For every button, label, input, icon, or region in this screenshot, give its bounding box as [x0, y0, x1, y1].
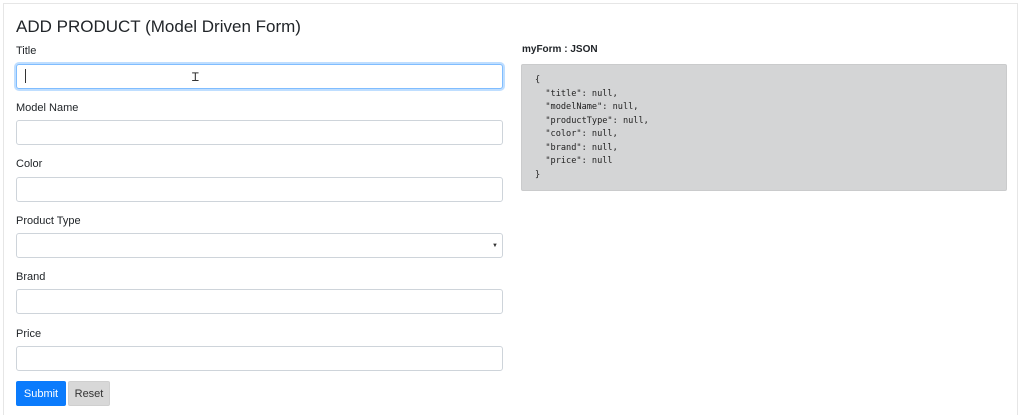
json-preview-panel: { "title": null, "modelName": null, "pro…	[521, 64, 1007, 191]
price-label: Price	[16, 328, 42, 340]
reset-button[interactable]: Reset	[68, 381, 110, 406]
brand-input[interactable]	[16, 289, 503, 314]
product-type-select[interactable]: ▼	[16, 233, 503, 258]
title-input[interactable]	[16, 64, 503, 89]
page-title: ADD PRODUCT (Model Driven Form)	[16, 17, 301, 36]
brand-label: Brand	[16, 271, 46, 283]
submit-button[interactable]: Submit	[16, 381, 66, 406]
text-cursor-icon: Ɪ	[192, 70, 199, 84]
title-field-wrapper: Ɪ	[16, 64, 503, 89]
chevron-down-icon: ▼	[492, 243, 498, 249]
model-name-input[interactable]	[16, 120, 503, 145]
text-caret	[25, 69, 26, 83]
color-label: Color	[16, 158, 43, 170]
json-preview-heading: myForm : JSON	[522, 44, 598, 55]
color-input[interactable]	[16, 177, 503, 202]
model-name-label: Model Name	[16, 102, 79, 114]
title-label: Title	[16, 45, 37, 57]
price-input[interactable]	[16, 346, 503, 371]
json-preview-content: { "title": null, "modelName": null, "pro…	[535, 75, 649, 180]
product-type-label: Product Type	[16, 215, 81, 227]
